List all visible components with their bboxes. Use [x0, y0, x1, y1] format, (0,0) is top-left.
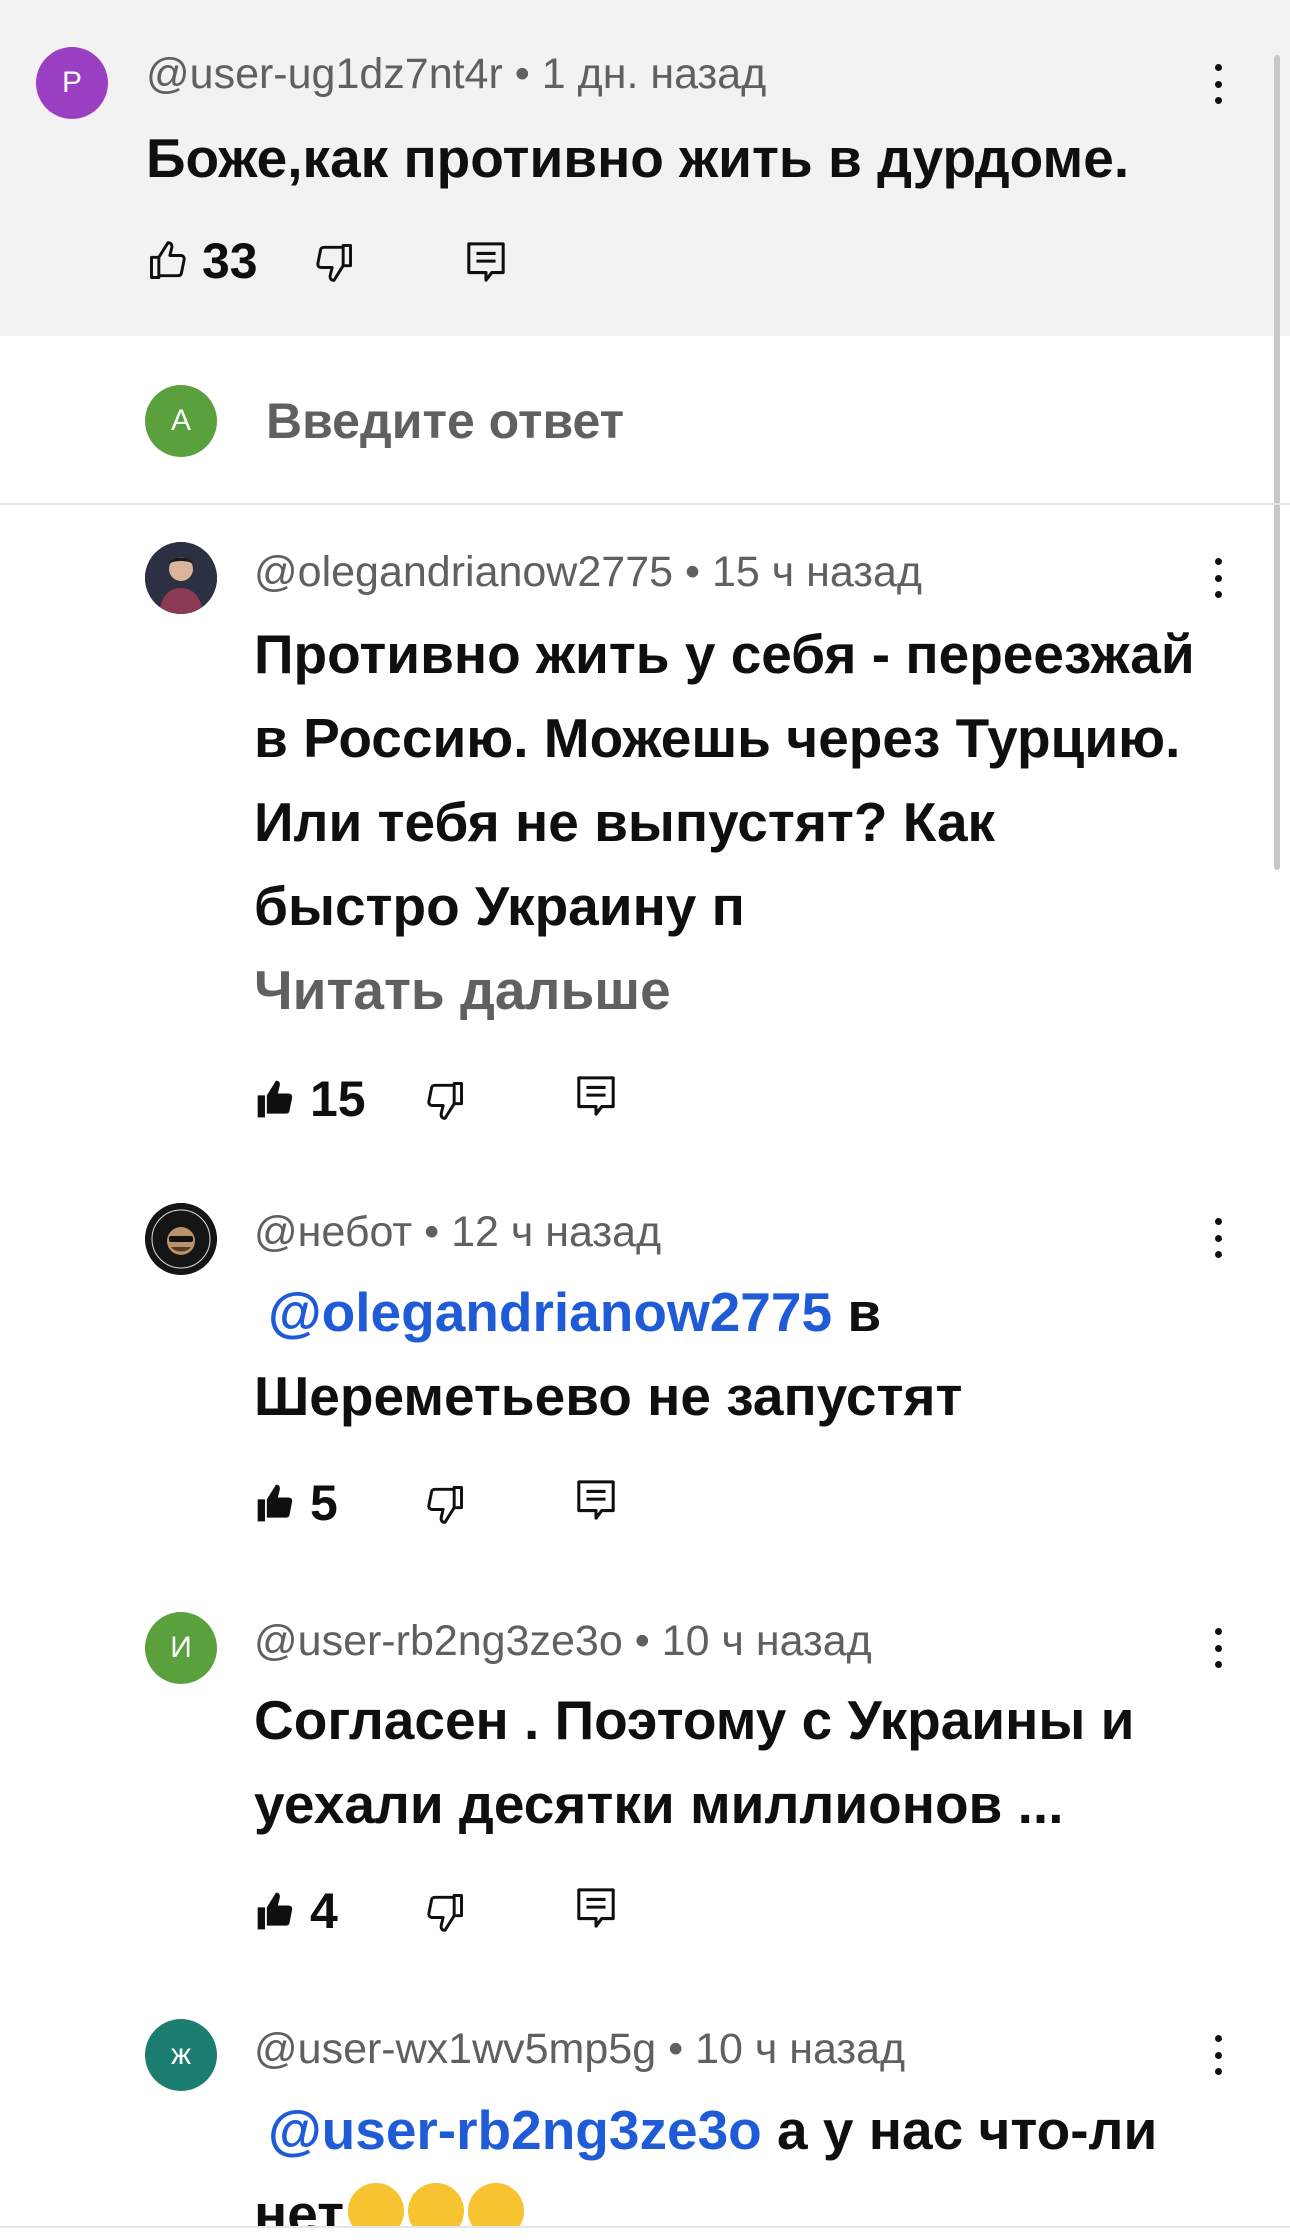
comment-author[interactable]: @user-rb2ng3ze3o	[254, 1617, 623, 1665]
comment-time[interactable]: 10 ч назад	[662, 1617, 872, 1665]
comment-author[interactable]: @небот	[254, 1208, 412, 1256]
divider	[0, 503, 1290, 505]
dislike-button[interactable]	[423, 1078, 467, 1122]
reply-button[interactable]	[575, 1886, 617, 1932]
read-more-link[interactable]: Читать дальше	[254, 958, 671, 1022]
avatar[interactable]: P	[36, 47, 108, 119]
avatar[interactable]: ж	[145, 2019, 217, 2091]
dislike-icon	[427, 1894, 463, 1932]
like-button[interactable]: 15	[254, 1070, 366, 1128]
comment-text: Противно жить у себя - переезжай в Росси…	[254, 623, 1195, 937]
comment-author[interactable]: @olegandrianow2775	[254, 548, 673, 596]
comment-text: Боже,как противно жить в дурдоме.	[146, 127, 1130, 189]
dislike-icon	[316, 244, 352, 282]
avatar-letter: P	[61, 66, 82, 99]
more-vert-icon[interactable]	[1203, 1628, 1233, 1668]
separator-dot: •	[424, 1208, 452, 1256]
crying-laughing-face-icon	[408, 2183, 465, 2226]
current-user-avatar: A	[145, 385, 217, 457]
like-button[interactable]: 5	[254, 1474, 338, 1532]
reply-icon	[577, 1076, 615, 1116]
reply-icon	[577, 1480, 615, 1520]
user-photo-icon	[145, 542, 217, 614]
comment-author[interactable]: @user-wx1wv5mp5g	[254, 2025, 656, 2073]
scrollbar[interactable]	[1274, 55, 1280, 870]
dislike-button[interactable]	[423, 1890, 467, 1934]
separator-dot: •	[668, 2025, 696, 2073]
mention-link[interactable]: @olegandrianow2775	[268, 1281, 832, 1343]
like-button[interactable]: 33	[146, 232, 258, 290]
dislike-button[interactable]	[423, 1482, 467, 1526]
mention-link[interactable]: @user-rb2ng3ze3o	[268, 2099, 762, 2161]
like-filled-icon	[257, 1892, 293, 1930]
like-outline-icon	[150, 241, 186, 279]
like-count: 5	[310, 1475, 338, 1531]
reply-input[interactable]: Введите ответ	[266, 392, 624, 450]
like-count: 15	[310, 1071, 366, 1127]
dislike-button[interactable]	[312, 240, 356, 284]
user-badge-icon	[145, 1203, 217, 1275]
reply-button[interactable]	[575, 1074, 617, 1120]
comment-text: @user-rb2ng3ze3o а у нас что-ли нет	[254, 2088, 1214, 2226]
separator-dot: •	[514, 50, 542, 98]
more-vert-icon[interactable]	[1203, 558, 1233, 598]
comment-time[interactable]: 15 ч назад	[712, 548, 922, 596]
like-button[interactable]: 4	[254, 1882, 338, 1940]
like-count: 4	[310, 1883, 338, 1939]
more-vert-icon[interactable]	[1203, 1218, 1233, 1258]
comment-text: Согласен . Поэтому с Украины и уехали де…	[254, 1689, 1135, 1835]
avatar-letter: A	[170, 404, 191, 437]
avatar[interactable]	[145, 542, 217, 614]
reply-icon	[467, 242, 505, 282]
avatar-letter: ж	[170, 2038, 192, 2071]
comment-meta: @user-wx1wv5mp5g • 10 ч назад	[254, 2025, 905, 2074]
dislike-icon	[427, 1486, 463, 1524]
bottom-divider	[0, 2226, 1290, 2228]
reply-button[interactable]	[575, 1478, 617, 1524]
avatar[interactable]	[145, 1203, 217, 1275]
comment-text: @olegandrianow2775 в Шереметьево не запу…	[254, 1270, 1214, 1438]
comment-time[interactable]: 10 ч назад	[695, 2025, 905, 2073]
like-count: 33	[202, 233, 258, 289]
comment-author[interactable]: @user-ug1dz7nt4r	[146, 50, 503, 98]
reply-icon	[577, 1888, 615, 1928]
comment-meta: @user-ug1dz7nt4r • 1 дн. назад	[146, 50, 766, 99]
comment-meta: @olegandrianow2775 • 15 ч назад	[254, 548, 922, 597]
like-filled-icon	[257, 1484, 293, 1522]
separator-dot: •	[684, 548, 712, 596]
crying-laughing-face-icon	[348, 2183, 405, 2226]
comment-time[interactable]: 1 дн. назад	[542, 50, 767, 98]
dislike-icon	[427, 1082, 463, 1120]
avatar-letter: И	[170, 1631, 192, 1664]
comment-meta: @user-rb2ng3ze3o • 10 ч назад	[254, 1617, 872, 1666]
comment-meta: @небот • 12 ч назад	[254, 1208, 661, 1257]
avatar[interactable]: И	[145, 1612, 217, 1684]
reply-button[interactable]	[465, 240, 507, 286]
separator-dot: •	[634, 1617, 662, 1665]
comment-time[interactable]: 12 ч назад	[451, 1208, 661, 1256]
crying-laughing-face-icon	[468, 2183, 525, 2226]
more-vert-icon[interactable]	[1203, 2035, 1233, 2075]
more-vert-icon[interactable]	[1203, 64, 1233, 104]
like-filled-icon	[257, 1080, 293, 1118]
